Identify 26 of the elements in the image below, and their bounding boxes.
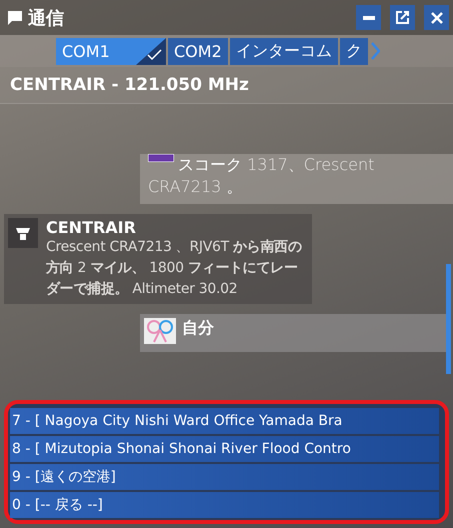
message-text: CRA7213 。 bbox=[148, 176, 244, 198]
close-button[interactable] bbox=[424, 5, 449, 30]
popout-icon bbox=[396, 11, 409, 24]
tab[interactable]: ク bbox=[340, 38, 368, 64]
tab[interactable]: COM2 bbox=[168, 38, 228, 64]
message-text: スコーク 1317、Crescent bbox=[178, 154, 374, 176]
popout-button[interactable] bbox=[390, 5, 415, 30]
menu-option[interactable]: 9 - [遠くの空港] bbox=[10, 464, 439, 490]
tab[interactable]: COM1 bbox=[56, 38, 166, 64]
menu-option[interactable]: 7 - [ Nagoya City Nishi Ward Office Yamada Bra bbox=[10, 408, 439, 434]
chat-icon bbox=[8, 10, 22, 24]
minimize-button[interactable] bbox=[356, 5, 381, 30]
sender-name: 自分 bbox=[182, 318, 214, 339]
ribbon-icon bbox=[144, 318, 176, 344]
menu-option[interactable]: 8 - [ Mizutopia Shonai Shonai River Flood Contro bbox=[10, 436, 439, 462]
menu-option[interactable]: 0 - [-- 戻る --] bbox=[10, 492, 439, 518]
sender-name: CENTRAIR bbox=[46, 218, 137, 237]
window-title: 通信 bbox=[28, 6, 65, 30]
close-icon bbox=[430, 12, 442, 24]
tab[interactable]: インターコム bbox=[230, 38, 338, 64]
frequency-label: CENTRAIR - 121.050 MHz bbox=[0, 67, 453, 104]
control-tower-icon bbox=[8, 218, 38, 248]
minimize-icon bbox=[362, 16, 374, 20]
badge-icon bbox=[148, 154, 174, 162]
scrollbar[interactable] bbox=[446, 264, 451, 374]
message-text: Crescent CRA7213 、RJV6T から南西の方向 2 マイル、 1800 フィートにてレーダーで捕捉。 Altimeter 30.02 bbox=[46, 238, 303, 299]
